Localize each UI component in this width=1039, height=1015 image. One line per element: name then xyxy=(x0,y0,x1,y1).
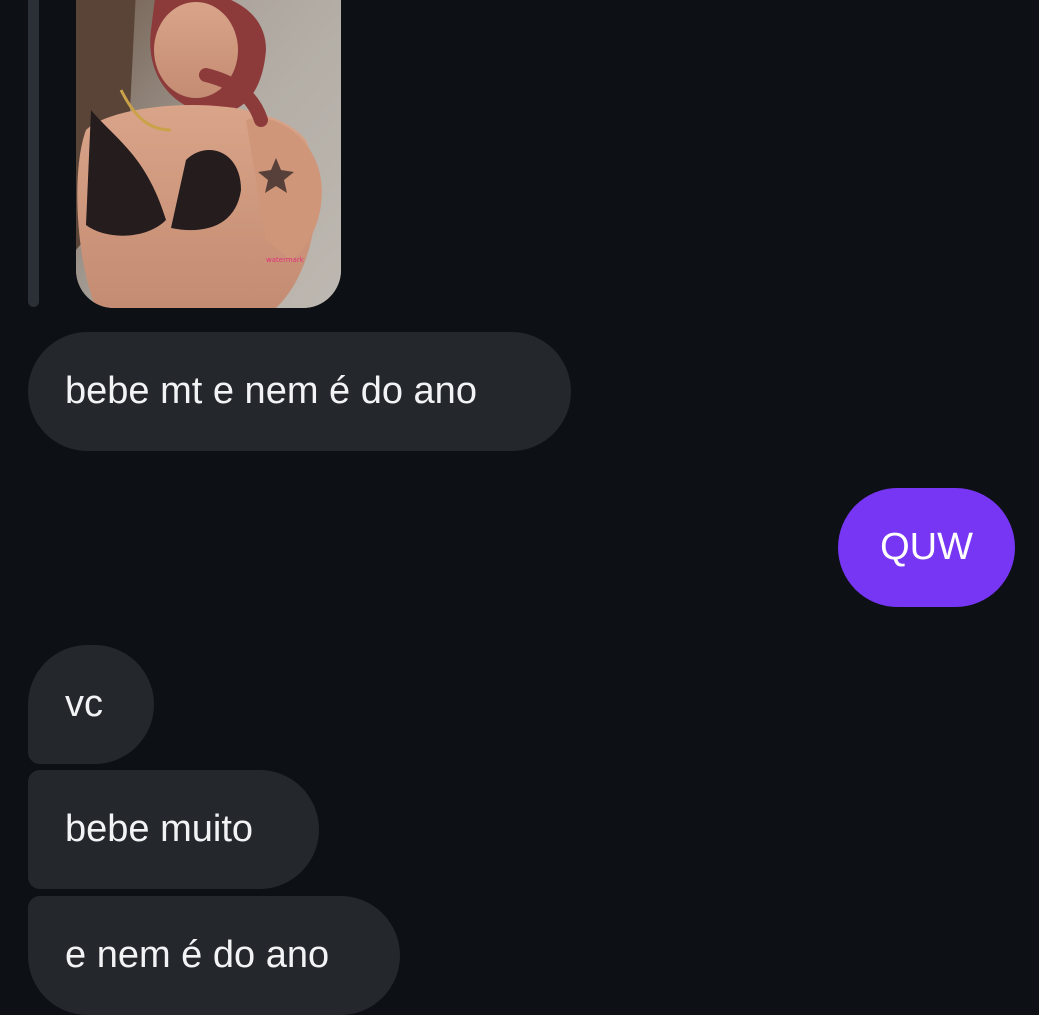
message-text: bebe mt e nem é do ano xyxy=(65,370,477,412)
received-message-bubble[interactable]: vc xyxy=(28,645,154,764)
message-text: QUW xyxy=(880,526,973,568)
photo-image: watermark xyxy=(76,0,341,308)
received-message-bubble[interactable]: bebe mt e nem é do ano xyxy=(28,332,571,451)
message-text: vc xyxy=(65,683,103,725)
received-message-bubble[interactable]: bebe muito xyxy=(28,770,319,889)
sent-message-bubble[interactable]: QUW xyxy=(838,488,1015,607)
message-text: bebe muito xyxy=(65,808,254,850)
shared-photo[interactable]: watermark xyxy=(76,0,341,308)
message-text: e nem é do ano xyxy=(65,934,330,976)
svg-text:watermark: watermark xyxy=(266,256,305,264)
received-message-bubble[interactable]: e nem é do ano xyxy=(28,896,400,1015)
chat-thread: watermark bebe mt e nem é do ano QUW vc … xyxy=(0,0,1039,1015)
reply-indicator-bar xyxy=(28,0,39,307)
